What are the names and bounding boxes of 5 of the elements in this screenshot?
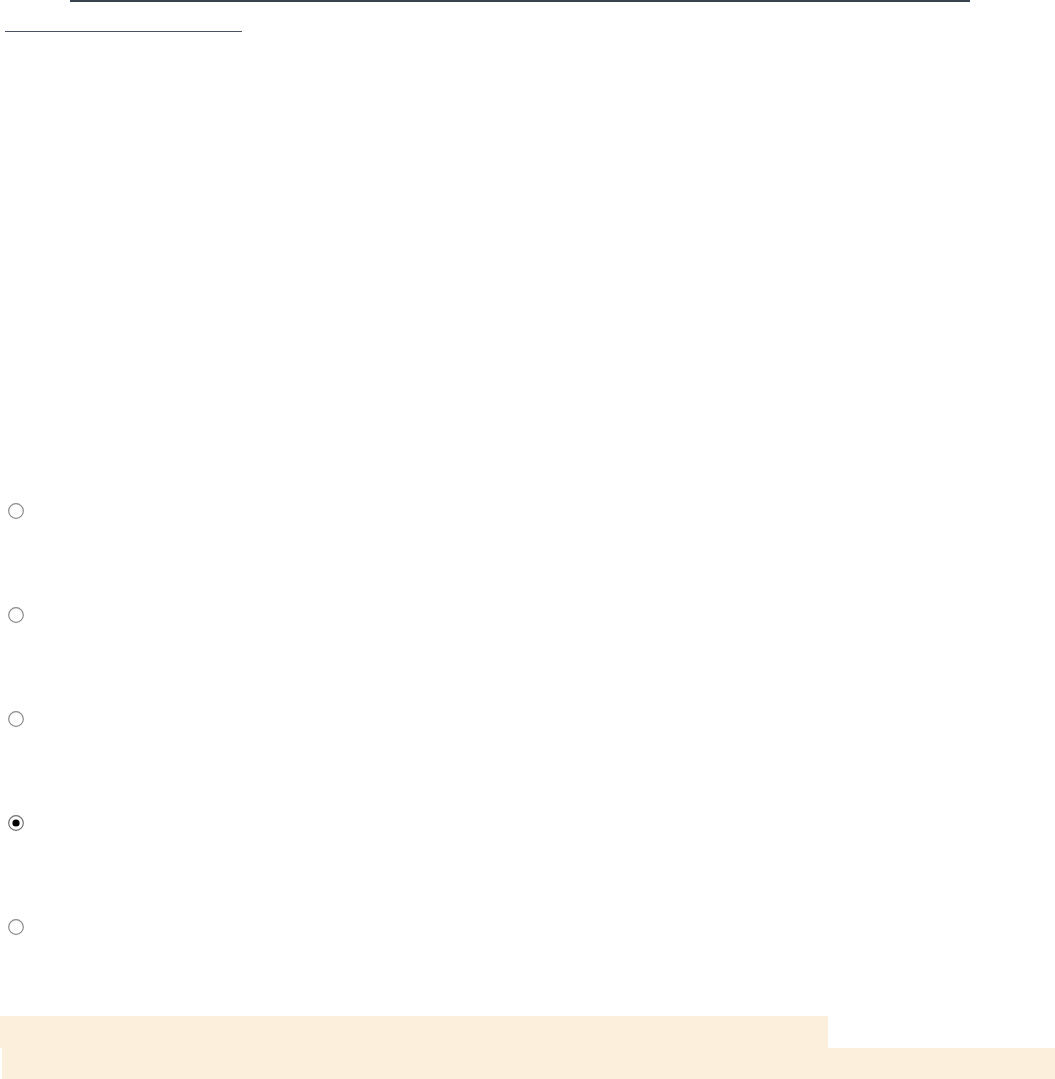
radio-button[interactable] [8,815,24,831]
radio-button[interactable] [8,607,24,623]
radio-button[interactable] [8,919,24,935]
radio-button[interactable] [8,711,24,727]
radio-button[interactable] [8,503,24,519]
